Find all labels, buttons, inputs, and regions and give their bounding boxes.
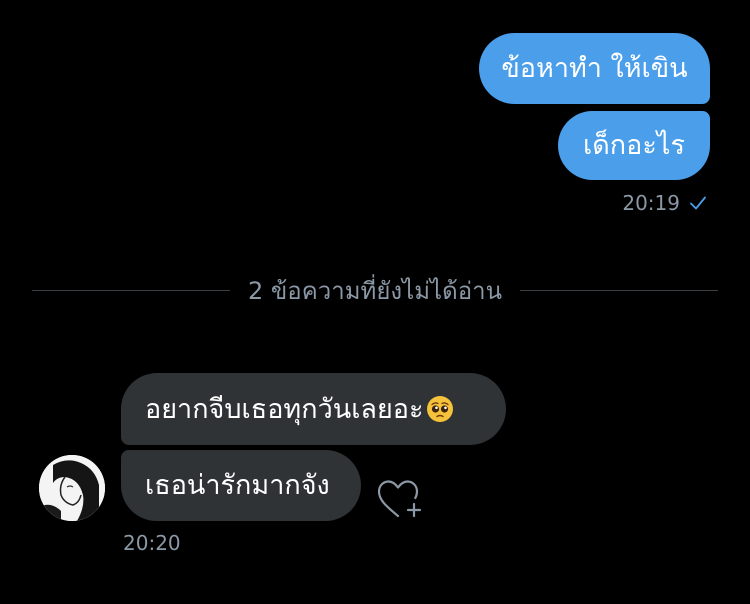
divider-line — [520, 289, 718, 291]
message-text: เธอน่ารักมากจัง — [145, 470, 330, 501]
divider-line — [32, 289, 230, 291]
unread-divider-label: 2 ข้อความที่ยังไม่ได้อ่าน — [248, 276, 502, 305]
sent-message-bubble[interactable]: ข้อหาทำ ให้เขิน — [479, 33, 710, 104]
received-message-bubble[interactable]: เธอน่ารักมากจัง — [121, 450, 361, 521]
sent-timestamp: 20:19 — [622, 191, 708, 215]
message-text: อยากจีบเธอทุกวันเลยอะ — [145, 393, 424, 425]
profile-photo — [39, 455, 105, 521]
check-icon — [690, 196, 706, 210]
message-text: ข้อหาทำ ให้เขิน — [501, 53, 688, 84]
received-timestamp: 20:20 — [123, 531, 181, 555]
unread-divider: 2 ข้อความที่ยังไม่ได้อ่าน — [32, 274, 718, 306]
received-message-bubble[interactable]: อยากจีบเธอทุกวันเลยอะ — [121, 373, 506, 445]
avatar[interactable] — [39, 455, 105, 521]
pleading-face-emoji — [426, 396, 453, 422]
timestamp-text: 20:19 — [622, 191, 680, 215]
heart-plus-icon[interactable] — [376, 478, 426, 520]
message-text: เด็กอะไร — [583, 130, 685, 161]
sent-message-bubble[interactable]: เด็กอะไร — [558, 111, 710, 180]
